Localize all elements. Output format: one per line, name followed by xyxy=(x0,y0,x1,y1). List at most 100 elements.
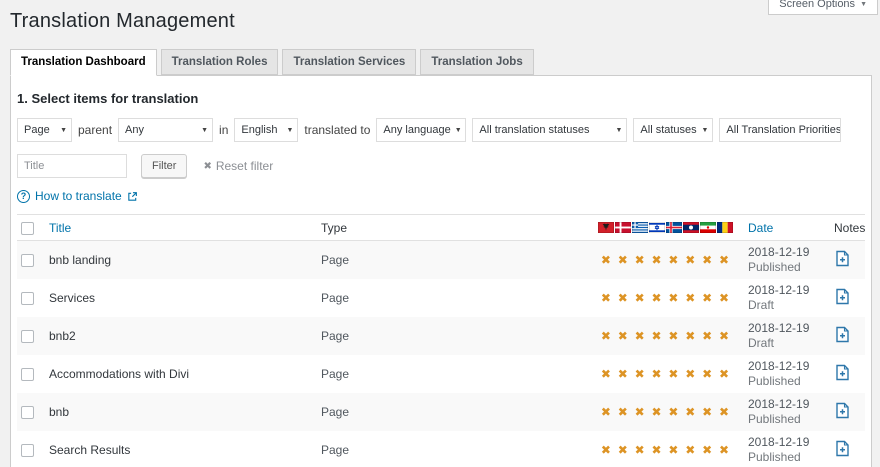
select-all-checkbox[interactable] xyxy=(21,222,34,235)
column-header-languages xyxy=(592,222,732,233)
how-to-translate-link[interactable]: How to translate xyxy=(35,189,122,203)
not-translated-icon: ✖ xyxy=(682,330,698,342)
not-translated-icon: ✖ xyxy=(699,254,715,266)
selected-value: All Translation Priorities xyxy=(726,124,841,136)
chevron-down-icon: ▼ xyxy=(60,127,67,134)
column-header-title[interactable]: Title xyxy=(43,221,315,235)
date-cell: 2018-12-19Published xyxy=(732,245,822,275)
not-translated-icon: ✖ xyxy=(598,330,614,342)
reset-filter-label: Reset filter xyxy=(216,159,273,173)
flag-denmark-icon xyxy=(615,222,631,233)
not-translated-icon: ✖ xyxy=(598,368,614,380)
row-date: 2018-12-19 xyxy=(748,397,822,412)
checkbox-cell xyxy=(17,367,43,381)
row-checkbox[interactable] xyxy=(21,330,34,343)
date-cell: 2018-12-19Published xyxy=(732,435,822,465)
add-note-icon[interactable] xyxy=(834,250,851,267)
translation-dashboard-table: Title Type Date Notes bnb landingPage✖✖✖… xyxy=(17,214,865,467)
parent-select[interactable]: Any▼ xyxy=(118,118,213,142)
row-type: Page xyxy=(315,367,592,381)
translation-management-page: Screen Options ▼ Translation Management … xyxy=(0,0,880,467)
chevron-down-icon: ▼ xyxy=(615,127,622,134)
section-heading: 1. Select items for translation xyxy=(17,91,865,106)
row-date: 2018-12-19 xyxy=(748,245,822,260)
table-body: bnb landingPage✖✖✖✖✖✖✖✖2018-12-19Publish… xyxy=(17,241,865,467)
not-translated-icon: ✖ xyxy=(615,292,631,304)
not-translated-icon: ✖ xyxy=(632,254,648,266)
row-date: 2018-12-19 xyxy=(748,283,822,298)
row-status: Draft xyxy=(748,298,822,313)
row-checkbox[interactable] xyxy=(21,444,34,457)
not-translated-icon: ✖ xyxy=(666,254,682,266)
not-translated-icon: ✖ xyxy=(632,444,648,456)
filter-label: parent xyxy=(78,123,112,137)
add-note-icon[interactable] xyxy=(834,440,851,457)
not-translated-icon: ✖ xyxy=(649,292,665,304)
chevron-down-icon: ▼ xyxy=(286,127,293,134)
row-date: 2018-12-19 xyxy=(748,359,822,374)
screen-options-button[interactable]: Screen Options ▼ xyxy=(768,0,878,15)
row-title: Services xyxy=(43,291,315,305)
column-header-date[interactable]: Date xyxy=(732,221,822,235)
table-row: Accommodations with DiviPage✖✖✖✖✖✖✖✖2018… xyxy=(17,355,865,393)
row-checkbox[interactable] xyxy=(21,254,34,267)
not-translated-icon: ✖ xyxy=(716,330,732,342)
row-type: Page xyxy=(315,443,592,457)
source-language-select[interactable]: English ▼ xyxy=(234,118,298,142)
translation-priority-select[interactable]: All Translation Priorities▼ xyxy=(719,118,841,142)
not-translated-icon: ✖ xyxy=(666,292,682,304)
selected-value: Any language xyxy=(383,124,450,136)
notes-cell xyxy=(822,402,865,422)
not-translated-icon: ✖ xyxy=(666,368,682,380)
table-row: bnb2Page✖✖✖✖✖✖✖✖2018-12-19Draft xyxy=(17,317,865,355)
not-translated-icon: ✖ xyxy=(598,406,614,418)
help-row: ? How to translate xyxy=(17,189,865,203)
filter-row-secondary: Filter ✖ Reset filter xyxy=(17,154,865,178)
add-note-icon[interactable] xyxy=(834,288,851,305)
content-panel: 1. Select items for translation Page▼par… xyxy=(10,75,872,467)
post-status-select[interactable]: All statuses▼ xyxy=(633,118,713,142)
row-title: bnb landing xyxy=(43,253,315,267)
chevron-down-icon: ▼ xyxy=(201,127,208,134)
add-note-icon[interactable] xyxy=(834,402,851,419)
not-translated-icon: ✖ xyxy=(682,406,698,418)
row-title: bnb2 xyxy=(43,329,315,343)
table-row: bnbPage✖✖✖✖✖✖✖✖2018-12-19Published xyxy=(17,393,865,431)
notes-cell xyxy=(822,326,865,346)
not-translated-icon: ✖ xyxy=(615,254,631,266)
x-icon: ✖ xyxy=(203,161,211,172)
selected-value: English xyxy=(241,124,277,136)
row-status: Published xyxy=(748,260,822,275)
row-status: Published xyxy=(748,450,822,465)
flag-iceland-icon xyxy=(666,222,682,233)
target-language-select[interactable]: Any language▼ xyxy=(376,118,466,142)
translation-status-select[interactable]: All translation statuses▼ xyxy=(472,118,627,142)
reset-filter-link[interactable]: ✖ Reset filter xyxy=(203,159,273,173)
row-checkbox[interactable] xyxy=(21,406,34,419)
not-translated-icon: ✖ xyxy=(666,406,682,418)
row-type: Page xyxy=(315,291,592,305)
not-translated-icon: ✖ xyxy=(716,368,732,380)
row-checkbox[interactable] xyxy=(21,368,34,381)
post-type-select[interactable]: Page▼ xyxy=(17,118,72,142)
filter-button[interactable]: Filter xyxy=(141,154,187,178)
not-translated-icon: ✖ xyxy=(649,330,665,342)
add-note-icon[interactable] xyxy=(834,326,851,343)
not-translated-icon: ✖ xyxy=(699,368,715,380)
not-translated-icon: ✖ xyxy=(716,292,732,304)
tab-translation-dashboard[interactable]: Translation Dashboard xyxy=(10,49,157,76)
row-type: Page xyxy=(315,329,592,343)
row-status: Draft xyxy=(748,336,822,351)
tab-translation-services[interactable]: Translation Services xyxy=(282,49,416,75)
tab-translation-roles[interactable]: Translation Roles xyxy=(161,49,279,75)
external-link-icon xyxy=(127,191,138,202)
title-filter-input[interactable] xyxy=(17,154,127,178)
tab-translation-jobs[interactable]: Translation Jobs xyxy=(420,49,533,75)
not-translated-icon: ✖ xyxy=(598,444,614,456)
date-cell: 2018-12-19Published xyxy=(732,397,822,427)
selected-value: All statuses xyxy=(640,124,696,136)
filter-label: translated to xyxy=(304,123,370,137)
row-checkbox[interactable] xyxy=(21,292,34,305)
add-note-icon[interactable] xyxy=(834,364,851,381)
checkbox-cell xyxy=(17,329,43,343)
